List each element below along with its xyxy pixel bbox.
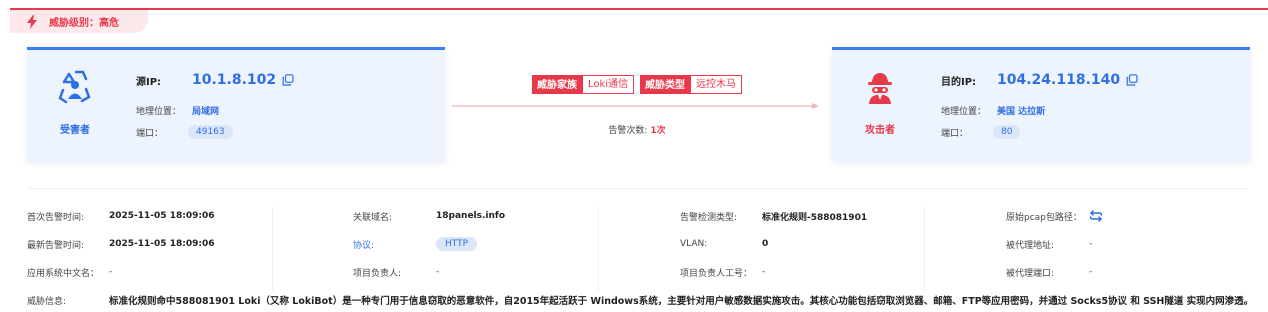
detail-row-2: 最新告警时间: 2025-11-05 18:09:06 协议: HTTP VLA… (0, 234, 1268, 254)
alert-count-label: 告警次数: (608, 126, 648, 136)
victim-card: 受害者 源IP: 10.1.8.102 地理位置： 局域网 端口： 49163 (27, 47, 445, 161)
victim-ip-row: 源IP: 10.1.8.102 (136, 72, 294, 88)
victim-geo-value: 局域网 (192, 107, 220, 117)
vlan-value: 0 (762, 239, 769, 249)
section-divider (27, 188, 1248, 189)
protocol-value-cell: HTTP (436, 234, 478, 254)
attacker-icon (868, 73, 892, 104)
victim-port-row: 端口： 49163 (136, 125, 233, 139)
detail-row-3: 应用系统中文名： - 项目负责人: - 项目负责人工号： - 被代理端口: - (0, 262, 1268, 282)
first-alert-value: 2025-11-05 18:09:06 (109, 211, 215, 221)
victim-ip-label: 源IP: (136, 76, 162, 88)
attacker-role-label: 攻击者 (865, 125, 895, 136)
pcap-path-icon[interactable] (1089, 210, 1103, 222)
attacker-ip-value: 104.24.118.140 (997, 72, 1121, 88)
victim-icon (58, 70, 91, 104)
attacker-card: 攻击者 目的IP: 104.24.118.140 地理位置： 美国 达拉斯 端口… (832, 47, 1250, 161)
attacker-role: 攻击者 (832, 68, 928, 136)
owner-id-label: 项目负责人工号： (680, 268, 753, 279)
app-name-label: 应用系统中文名： (27, 268, 100, 279)
attacker-port-value: 80 (993, 125, 1021, 139)
copy-icon[interactable] (282, 74, 294, 86)
attacker-ip-row: 目的IP: 104.24.118.140 (941, 72, 1138, 88)
attacker-port-row: 端口： 80 (941, 125, 1021, 139)
threat-family-tag: 威胁家族 Loki通信 (531, 75, 635, 94)
attacker-ip-label: 目的IP: (941, 76, 977, 88)
lightning-icon (27, 14, 37, 29)
vlan-label: VLAN: (680, 239, 708, 249)
attacker-geo-label: 地理位置： (941, 107, 987, 117)
last-alert-label: 最新告警时间: (27, 240, 85, 251)
proxied-address-value: - (1089, 239, 1093, 249)
owner-value: - (436, 267, 440, 277)
victim-geo-label: 地理位置： (136, 107, 182, 117)
victim-geo-row: 地理位置： 局域网 (136, 104, 219, 117)
last-alert-value: 2025-11-05 18:09:06 (109, 239, 215, 249)
threat-type-label: 威胁类型 (640, 75, 691, 94)
domain-label: 关联域名: (353, 212, 393, 223)
victim-port-value: 49163 (188, 125, 233, 139)
arrow-icon (452, 103, 819, 109)
alert-count-value: 1次 (650, 126, 666, 136)
pcap-path-button[interactable] (1089, 206, 1103, 226)
threat-level-tag: 威胁级别：高危 (10, 10, 148, 33)
first-alert-label: 首次告警时间: (27, 212, 85, 223)
attacker-geo-row: 地理位置： 美国 达拉斯 (941, 104, 1045, 117)
threat-family-value: Loki通信 (581, 75, 635, 94)
victim-role-label: 受害者 (60, 125, 90, 136)
detail-row-4: 威胁信息: 标准化规则命中588081901 Loki（又称 LokiBot）是… (0, 290, 1268, 310)
threat-flow: 威胁家族 Loki通信 威胁类型 远控木马 告警次数: 1次 (452, 75, 822, 145)
threat-type-value: 远控木马 (690, 75, 743, 94)
protocol-value: HTTP (436, 237, 478, 251)
domain-value: 18panels.info (436, 211, 506, 221)
victim-ip-value: 10.1.8.102 (192, 72, 277, 88)
threat-level-text: 威胁级别：高危 (49, 18, 119, 29)
victim-port-label: 端口： (136, 128, 164, 139)
victim-role: 受害者 (27, 68, 123, 136)
owner-id-value: - (762, 267, 766, 277)
threat-info-label: 威胁信息: (27, 296, 67, 307)
proxied-port-value: - (1089, 267, 1093, 277)
top-accent-line (10, 8, 1268, 10)
proxied-address-label: 被代理地址: (1006, 240, 1055, 251)
detect-type-label: 告警检测类型: (680, 212, 738, 223)
threat-tags: 威胁家族 Loki通信 威胁类型 远控木马 (452, 75, 822, 94)
attacker-geo-value: 美国 达拉斯 (997, 107, 1046, 117)
detail-row-1: 首次告警时间: 2025-11-05 18:09:06 关联域名: 18pane… (0, 206, 1268, 226)
pcap-path-label: 原始pcap包路径： (1006, 212, 1082, 223)
owner-label: 项目负责人: (353, 268, 402, 279)
protocol-label: 协议: (353, 240, 375, 251)
app-name-value: - (109, 267, 113, 277)
threat-info-value: 标准化规则命中588081901 Loki（又称 LokiBot）是一种专门用于… (109, 296, 1254, 307)
copy-icon[interactable] (1126, 74, 1138, 86)
detect-type-value: 标准化规则-588081901 (762, 212, 868, 223)
threat-family-label: 威胁家族 (531, 75, 582, 94)
attacker-port-label: 端口： (941, 128, 969, 139)
alert-count: 告警次数: 1次 (452, 123, 822, 136)
proxied-port-label: 被代理端口: (1006, 268, 1055, 279)
threat-type-tag: 威胁类型 远控木马 (640, 75, 743, 94)
